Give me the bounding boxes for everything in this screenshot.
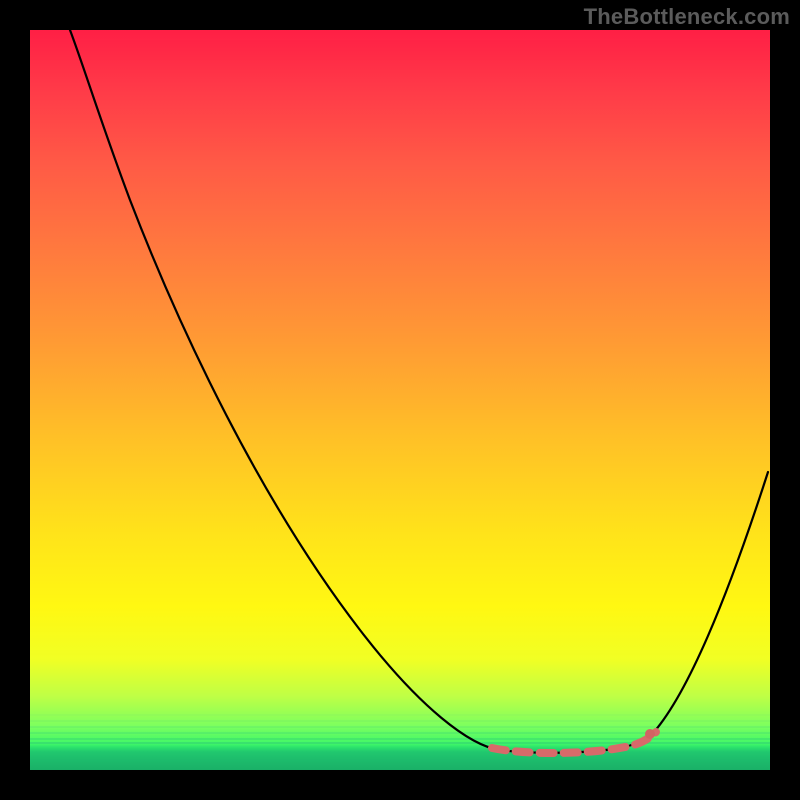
watermark-text: TheBottleneck.com [584, 4, 790, 30]
heatmap-gradient [30, 30, 770, 770]
chart-plot-area [30, 30, 770, 770]
optimal-zone-band [30, 744, 770, 770]
